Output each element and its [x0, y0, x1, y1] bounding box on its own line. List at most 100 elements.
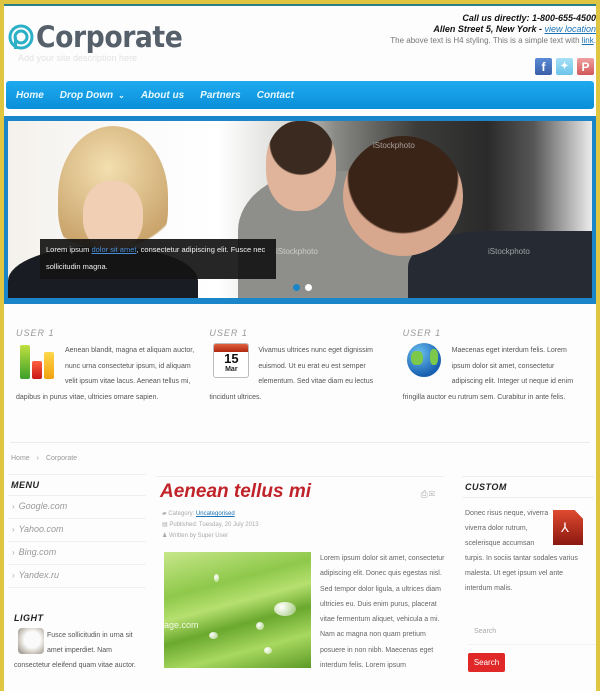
feature-title: USER 1 — [402, 328, 442, 338]
menu-item-google[interactable]: › Google.com — [8, 496, 146, 519]
site-tagline: Add your site description here — [18, 53, 138, 63]
contact-phone: Call us directly: 1-800-655-4500 — [462, 13, 596, 23]
chevron-down-icon: ⌄ — [118, 90, 125, 100]
nav-contact-label: Contact — [256, 89, 294, 101]
published-date: Published: Tuesday, 20 July 2013 — [169, 522, 259, 528]
menu-item-bing[interactable]: › Bing.com — [8, 542, 146, 565]
user-icon: ♟ — [162, 533, 170, 539]
hero-slider[interactable]: iStockphoto iStockphoto iStockphoto Lore… — [4, 116, 596, 304]
chevron-right-icon: › — [12, 525, 15, 534]
feature-item: USER 1 Maecenas eget interdum felis. Lor… — [403, 326, 596, 405]
category-label: Category: — [168, 511, 195, 517]
watermark: iStockphoto — [488, 247, 530, 256]
search-input[interactable]: Search — [468, 621, 596, 645]
feature-item: USER 1 15 Mar Vivamus ultrices nunc eget… — [209, 326, 402, 405]
article-author: ♟ Written by Super User — [162, 531, 444, 542]
water-drop — [209, 632, 218, 639]
custom-widget: Donec risus neque, viverra viverra dolor… — [462, 498, 594, 596]
category-link[interactable]: Uncategorised — [196, 511, 235, 517]
view-location-link[interactable]: view location — [544, 24, 596, 34]
feature-item: USER 1 Aenean blandit, magna et aliquam … — [16, 326, 209, 405]
logo[interactable]: Corporate — [8, 20, 195, 54]
calendar-icon: 15 Mar — [213, 343, 253, 383]
menu-item-label: Bing.com — [18, 547, 57, 557]
chevron-right-icon: › — [12, 502, 15, 511]
article-published: ▤ Published: Tuesday, 20 July 2013 — [162, 520, 444, 531]
slide-caption: Lorem ipsum dolor sit amet, consectetur … — [40, 239, 276, 279]
calendar-day: 15 — [224, 351, 239, 366]
menu-item-yandex[interactable]: › Yandex.ru — [8, 565, 146, 588]
contact-note: The above text is H4 styling. This is a … — [390, 36, 596, 45]
nav-drop-down[interactable]: Drop Down ⌄ — [60, 90, 125, 101]
logo-icon — [8, 24, 34, 50]
facebook-icon[interactable]: f — [535, 58, 552, 75]
nav-home-label: Home — [16, 89, 44, 101]
dog-thumbnail — [18, 628, 44, 654]
menu-item-label: Google.com — [18, 501, 68, 511]
nav-drop-down-label: Drop Down — [59, 89, 114, 101]
right-sidebar: CUSTOM Donec risus neque, viverra viverr… — [462, 476, 594, 596]
feature-title: USER 1 — [16, 328, 55, 338]
watermark: iStockphoto — [373, 141, 415, 150]
article-category: ▰ Category: Uncategorised — [162, 509, 444, 520]
nav-about-us[interactable]: About us — [141, 90, 184, 101]
image-watermark: age.com — [164, 620, 199, 630]
menu-item-label: Yahoo.com — [18, 524, 64, 534]
nav-home[interactable]: Home — [16, 90, 44, 101]
pinterest-icon[interactable]: P — [577, 58, 594, 75]
nav-partners-label: Partners — [200, 89, 241, 101]
nav-contact[interactable]: Contact — [257, 90, 294, 101]
bar-chart-icon — [20, 343, 60, 383]
address-text: Allen Street 5, New York - — [433, 24, 542, 34]
article: Aenean tellus mi ⎙✉ ▰ Category: Uncatego… — [156, 476, 445, 669]
slider-pagination — [293, 284, 312, 291]
article-tools: ⎙✉ — [421, 489, 436, 500]
note-text: The above text is H4 styling. This is a … — [390, 36, 580, 45]
page: Corporate Add your site description here… — [4, 4, 596, 691]
search-button[interactable]: Search — [468, 653, 505, 672]
chevron-right-icon: › — [12, 548, 15, 557]
features-row: USER 1 Aenean blandit, magna et aliquam … — [16, 326, 596, 405]
breadcrumb: Home › Corporate — [11, 455, 77, 462]
article-image: age.com — [164, 552, 311, 668]
light-title: LIGHT — [14, 613, 44, 623]
feature-title: USER 1 — [209, 328, 248, 338]
main-nav: Home Drop Down ⌄ About us Partners Conta… — [6, 81, 594, 109]
print-icon[interactable]: ⎙ — [421, 489, 429, 499]
slider-dot-2[interactable] — [305, 284, 312, 291]
article-body: Lorem ipsum dolor sit amet, consectetur … — [320, 555, 445, 670]
menu-title: MENU — [8, 474, 146, 496]
article-title[interactable]: Aenean tellus mi — [156, 481, 444, 503]
chevron-right-icon: › — [12, 571, 15, 580]
nav-partners[interactable]: Partners — [200, 90, 241, 101]
note-link[interactable]: link — [582, 36, 594, 45]
pdf-icon[interactable] — [553, 510, 583, 545]
logo-text: Corporate — [36, 20, 183, 54]
water-drop — [264, 647, 272, 654]
calendar-month: Mar — [225, 366, 238, 373]
caption-text: Lorem ipsum — [46, 245, 90, 254]
email-icon[interactable]: ✉ — [429, 489, 436, 499]
breadcrumb-home[interactable]: Home — [11, 455, 30, 462]
slide-image: iStockphoto iStockphoto iStockphoto Lore… — [8, 121, 592, 298]
caption-link[interactable]: dolor sit amet — [91, 245, 136, 254]
light-widget: LIGHT Fusce sollicitudin in urna sit ame… — [14, 611, 149, 673]
water-drop — [274, 602, 296, 616]
article-meta: ▰ Category: Uncategorised ▤ Published: T… — [156, 509, 444, 542]
menu-item-yahoo[interactable]: › Yahoo.com — [8, 519, 146, 542]
breadcrumb-current: Corporate — [45, 455, 78, 462]
watermark: iStockphoto — [276, 247, 318, 256]
water-drop — [214, 574, 219, 582]
breadcrumb-separator: › — [36, 455, 39, 462]
author-name: Written by Super User — [169, 533, 228, 539]
contact-info: Call us directly: 1-800-655-4500 Allen S… — [390, 13, 596, 46]
social-links: f ✦ P — [535, 58, 594, 75]
nav-about-us-label: About us — [140, 89, 185, 101]
slider-dot-1[interactable] — [293, 284, 300, 291]
custom-title: CUSTOM — [462, 476, 594, 498]
water-drop — [256, 622, 264, 630]
left-sidebar: MENU › Google.com › Yahoo.com › Bing.com › Y… — [8, 474, 146, 588]
menu-item-label: Yandex.ru — [18, 570, 60, 580]
twitter-icon[interactable]: ✦ — [556, 58, 573, 75]
article-header: Aenean tellus mi ⎙✉ — [156, 476, 444, 506]
